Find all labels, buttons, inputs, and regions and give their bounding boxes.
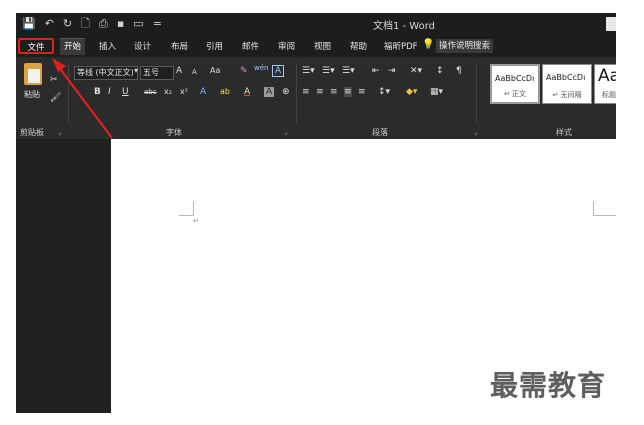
tab-insert[interactable]: 插入 — [99, 40, 116, 52]
char-shading-button[interactable]: A — [264, 87, 275, 97]
dialog-launcher-icon[interactable]: ⌟ — [474, 128, 477, 136]
ribbon-group-labels: 剪贴板 ⌟ 字体 ⌟ 段落 ⌟ 样式 — [16, 127, 616, 139]
font-group-label: 字体 — [166, 128, 182, 137]
paste-button-label[interactable]: 粘贴 — [24, 89, 40, 100]
subscript-button[interactable]: x₂ — [164, 87, 172, 96]
style-name: ↵ 无间隔 — [552, 91, 582, 99]
tab-layout[interactable]: 布局 — [171, 40, 188, 52]
tab-file[interactable]: 文件 — [18, 38, 54, 54]
shading-icon[interactable]: ◆▾ — [406, 87, 417, 97]
screenshot-root: 💾 ↶ ↻ 🗋 ⎙ ▪ ▭ = 文档1 - Word 文件 开始 插入 设计 布… — [0, 0, 644, 425]
title-bar: 💾 ↶ ↻ 🗋 ⎙ ▪ ▭ = 文档1 - Word — [16, 13, 616, 35]
window-title: 文档1 - Word — [372, 21, 436, 32]
cut-icon[interactable]: ✂ — [50, 75, 58, 85]
chinese-layout-icon[interactable]: ✕▾ — [410, 66, 422, 76]
justify-icon[interactable]: ≡ — [344, 87, 352, 97]
font-name-select[interactable]: 等线 (中文正文) — [74, 66, 138, 80]
underline-button[interactable]: U — [122, 87, 129, 97]
dialog-launcher-icon[interactable]: ⌟ — [284, 128, 287, 136]
borders-icon[interactable]: ▦▾ — [430, 87, 443, 97]
redo-icon[interactable]: ↻ — [63, 16, 72, 32]
customize-qat-icon[interactable]: = — [153, 16, 162, 32]
phonetic-guide-button[interactable]: wén — [254, 64, 268, 72]
lightbulb-icon: 💡 — [422, 39, 435, 50]
shrink-font-button[interactable]: A — [192, 68, 197, 76]
style-sample: AaBbCcDı — [546, 73, 586, 82]
clipboard-group-label: 剪贴板 — [20, 128, 44, 137]
strikethrough-button[interactable]: abc — [144, 88, 157, 96]
dialog-launcher-icon[interactable]: ⌟ — [58, 128, 61, 136]
superscript-button[interactable]: x² — [180, 87, 188, 96]
bullets-icon[interactable]: ☰▾ — [302, 66, 315, 76]
group-separator — [476, 63, 477, 123]
sort-icon[interactable]: ↕ — [436, 66, 444, 76]
grow-font-button[interactable]: A — [176, 66, 182, 76]
quick-access-toolbar: 💾 ↶ ↻ 🗋 ⎙ ▪ ▭ = — [22, 16, 162, 32]
save-icon[interactable]: 💾 — [22, 16, 36, 32]
style-name: ↵ 正文 — [503, 90, 527, 98]
font-dropdown-icon[interactable]: ▾ — [134, 66, 138, 75]
line-spacing-icon[interactable]: ↕▾ — [378, 87, 390, 97]
increase-indent-icon[interactable]: ⇥ — [388, 66, 396, 76]
style-no-spacing[interactable]: AaBbCcDı ↵ 无间隔 — [542, 64, 592, 104]
undo-icon[interactable]: ↶ — [45, 16, 54, 32]
tab-foxit-pdf[interactable]: 福昕PDF — [384, 40, 418, 52]
enclose-characters-icon[interactable]: ⊕ — [282, 87, 290, 97]
tab-view[interactable]: 视图 — [314, 40, 331, 52]
distributed-icon[interactable]: ≡ — [358, 87, 366, 97]
style-name: 标题 — [602, 91, 616, 99]
multilevel-list-icon[interactable]: ☰▾ — [342, 66, 355, 76]
ribbon-tab-bar: 文件 开始 插入 设计 布局 引用 邮件 审阅 视图 帮助 福昕PDF 💡 操作… — [16, 35, 616, 57]
format-painter-icon[interactable]: 🖌 — [50, 93, 61, 103]
style-sample: AaBbCcDı — [495, 74, 535, 83]
styles-group-label: 样式 — [556, 128, 572, 137]
tab-home[interactable]: 开始 — [60, 38, 86, 55]
highlight-button[interactable]: ab — [220, 87, 230, 96]
clear-format-icon[interactable]: ✎ — [240, 66, 248, 76]
margin-corner-mark — [179, 201, 194, 216]
font-color-button[interactable]: A — [244, 87, 250, 97]
style-normal[interactable]: AaBbCcDı ↵ 正文 — [490, 64, 540, 104]
italic-button[interactable]: I — [108, 87, 111, 97]
account-button[interactable] — [606, 17, 616, 31]
tab-design[interactable]: 设计 — [134, 40, 151, 52]
tell-me-search[interactable]: 操作说明搜索 — [436, 39, 494, 53]
style-heading-1[interactable]: Aa 标题 — [594, 64, 616, 104]
decrease-indent-icon[interactable]: ⇤ — [372, 66, 380, 76]
margin-corner-mark — [593, 201, 616, 216]
tab-help[interactable]: 帮助 — [350, 40, 367, 52]
layout-icon[interactable]: ▭ — [133, 16, 143, 32]
tab-mailings[interactable]: 邮件 — [242, 40, 259, 52]
numbering-icon[interactable]: ☰▾ — [322, 66, 335, 76]
char-border-button[interactable]: A — [272, 65, 285, 77]
bold-button[interactable]: B — [94, 87, 101, 97]
new-document-icon[interactable]: 🗋 — [81, 16, 90, 32]
style-sample: Aa — [598, 66, 616, 86]
table-icon[interactable]: ▪ — [117, 16, 124, 32]
paragraph-group-label: 段落 — [372, 128, 388, 137]
tab-review[interactable]: 审阅 — [278, 40, 295, 52]
print-preview-icon[interactable]: ⎙ — [99, 16, 108, 32]
align-right-icon[interactable]: ≡ — [330, 87, 338, 97]
watermark: 最需教育 — [490, 369, 607, 402]
navigation-pane-area — [16, 139, 111, 413]
change-case-button[interactable]: Aa — [210, 66, 220, 75]
show-marks-icon[interactable]: ¶ — [456, 66, 462, 76]
group-separator — [68, 63, 69, 123]
text-effects-button[interactable]: A — [200, 87, 206, 97]
paragraph-mark: ↵ — [193, 217, 199, 225]
paste-icon[interactable] — [24, 63, 42, 85]
word-window: 💾 ↶ ↻ 🗋 ⎙ ▪ ▭ = 文档1 - Word 文件 开始 插入 设计 布… — [16, 13, 616, 413]
align-center-icon[interactable]: ≡ — [316, 87, 324, 97]
tab-references[interactable]: 引用 — [206, 40, 223, 52]
align-left-icon[interactable]: ≡ — [302, 87, 310, 97]
font-size-select[interactable]: 五号 — [140, 66, 174, 80]
group-separator — [296, 63, 297, 123]
